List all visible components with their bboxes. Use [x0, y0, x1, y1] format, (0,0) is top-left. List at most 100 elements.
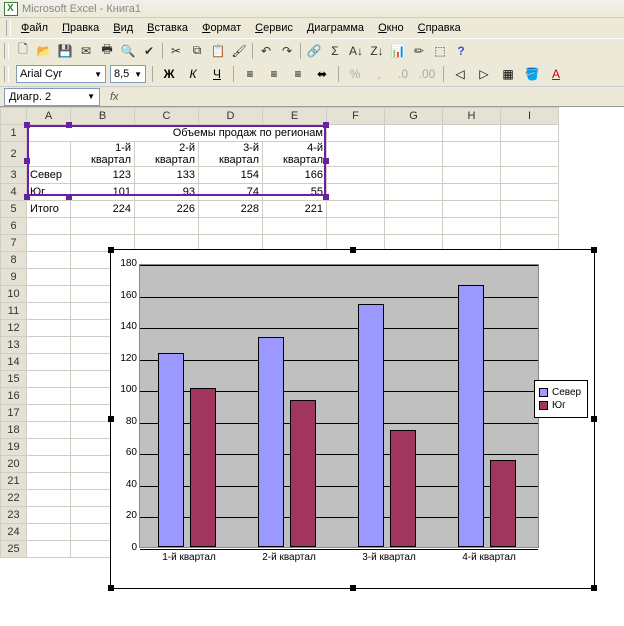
print-icon[interactable]: 🖶: [97, 41, 117, 61]
col-header-I[interactable]: I: [501, 108, 559, 125]
cell[interactable]: Итого: [27, 201, 71, 218]
autosum-icon[interactable]: Σ: [325, 41, 345, 61]
cell[interactable]: [385, 201, 443, 218]
name-box[interactable]: Диагр. 2 ▼: [4, 88, 100, 106]
menu-вид[interactable]: Вид: [106, 20, 140, 36]
col-header-H[interactable]: H: [443, 108, 501, 125]
cell[interactable]: [501, 142, 559, 167]
cell[interactable]: [327, 201, 385, 218]
cell[interactable]: [27, 541, 71, 558]
cell[interactable]: [385, 184, 443, 201]
chart-object[interactable]: 020406080100120140160180 1-й квартал2-й …: [110, 249, 595, 589]
chart-handle[interactable]: [350, 247, 356, 253]
selection-handle[interactable]: [323, 158, 329, 164]
open-icon[interactable]: 📂: [34, 41, 54, 61]
cell[interactable]: 55: [263, 184, 327, 201]
cell[interactable]: [27, 422, 71, 439]
cell[interactable]: [135, 218, 199, 235]
row-header-24[interactable]: 24: [1, 524, 27, 541]
row-header-23[interactable]: 23: [1, 507, 27, 524]
cell[interactable]: [27, 456, 71, 473]
cell[interactable]: [443, 142, 501, 167]
menu-диаграмма[interactable]: Диаграмма: [300, 20, 371, 36]
cell[interactable]: Север: [27, 167, 71, 184]
row-header-18[interactable]: 18: [1, 422, 27, 439]
col-header-A[interactable]: A: [27, 108, 71, 125]
menu-сервис[interactable]: Сервис: [248, 20, 300, 36]
grip-icon[interactable]: [6, 20, 11, 36]
paste-icon[interactable]: 📋: [208, 41, 228, 61]
cell[interactable]: [27, 405, 71, 422]
row-header-25[interactable]: 25: [1, 541, 27, 558]
cell[interactable]: [385, 167, 443, 184]
chart-bar[interactable]: [158, 353, 184, 547]
currency-icon[interactable]: %: [345, 64, 365, 84]
cell[interactable]: [27, 473, 71, 490]
font-color-icon[interactable]: A: [546, 64, 566, 84]
cell[interactable]: [327, 184, 385, 201]
hyperlink-icon[interactable]: 🔗: [304, 41, 324, 61]
cell[interactable]: [327, 142, 385, 167]
row-header-14[interactable]: 14: [1, 354, 27, 371]
format-painter-icon[interactable]: 🖌: [229, 41, 249, 61]
cell[interactable]: [27, 507, 71, 524]
mail-icon[interactable]: ✉: [76, 41, 96, 61]
cell[interactable]: [385, 125, 443, 142]
selection-handle[interactable]: [323, 194, 329, 200]
undo-icon[interactable]: ↶: [256, 41, 276, 61]
menu-формат[interactable]: Формат: [195, 20, 248, 36]
row-header-2[interactable]: 2: [1, 142, 27, 167]
cell[interactable]: 133: [135, 167, 199, 184]
cut-icon[interactable]: ✂: [166, 41, 186, 61]
cell[interactable]: [327, 218, 385, 235]
menu-файл[interactable]: Файл: [14, 20, 55, 36]
increase-indent-icon[interactable]: ▷: [474, 64, 494, 84]
chart-handle[interactable]: [591, 247, 597, 253]
menu-окно[interactable]: Окно: [371, 20, 411, 36]
cell[interactable]: [443, 184, 501, 201]
cell[interactable]: Юг: [27, 184, 71, 201]
chart-plot-area[interactable]: [139, 264, 539, 548]
save-icon[interactable]: 💾: [55, 41, 75, 61]
cell[interactable]: [501, 218, 559, 235]
cell[interactable]: 228: [199, 201, 263, 218]
chart-bar[interactable]: [190, 388, 216, 547]
cell[interactable]: 93: [135, 184, 199, 201]
font-size-combo[interactable]: 8,5 ▼: [110, 65, 146, 83]
selection-handle[interactable]: [24, 194, 30, 200]
row-header-17[interactable]: 17: [1, 405, 27, 422]
row-header-20[interactable]: 20: [1, 456, 27, 473]
row-header-7[interactable]: 7: [1, 235, 27, 252]
chart-bar[interactable]: [458, 285, 484, 547]
cell[interactable]: 101: [71, 184, 135, 201]
cell[interactable]: [327, 167, 385, 184]
chart-handle[interactable]: [350, 585, 356, 591]
cell[interactable]: [27, 142, 71, 167]
cell[interactable]: [27, 490, 71, 507]
cell[interactable]: 221: [263, 201, 327, 218]
merge-icon[interactable]: ⬌: [312, 64, 332, 84]
cell[interactable]: [27, 252, 71, 269]
cell[interactable]: [501, 184, 559, 201]
cell[interactable]: [27, 354, 71, 371]
zoom-icon[interactable]: ⬚: [430, 41, 450, 61]
cell[interactable]: [27, 303, 71, 320]
chart-handle[interactable]: [591, 416, 597, 422]
cell[interactable]: 123: [71, 167, 135, 184]
cell[interactable]: [199, 218, 263, 235]
new-icon[interactable]: 🗋: [13, 41, 33, 61]
select-all-corner[interactable]: [1, 108, 27, 125]
grip-icon[interactable]: [4, 66, 9, 82]
cell[interactable]: [27, 524, 71, 541]
menu-справка[interactable]: Справка: [411, 20, 468, 36]
cell[interactable]: [443, 218, 501, 235]
bold-button[interactable]: Ж: [159, 64, 179, 84]
selection-handle[interactable]: [323, 122, 329, 128]
cell[interactable]: 4-й квартал: [263, 142, 327, 167]
align-right-icon[interactable]: ≡: [288, 64, 308, 84]
row-header-11[interactable]: 11: [1, 303, 27, 320]
cell[interactable]: [27, 218, 71, 235]
selection-handle[interactable]: [24, 158, 30, 164]
spell-icon[interactable]: ✔: [139, 41, 159, 61]
cell[interactable]: [27, 439, 71, 456]
